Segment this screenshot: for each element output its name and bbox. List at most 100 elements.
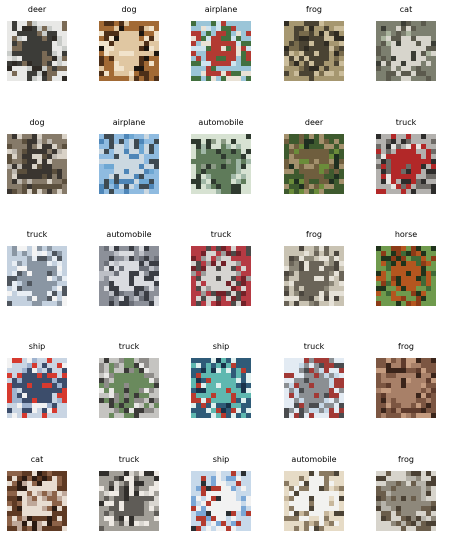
- thumbnail-pixel: [62, 286, 67, 291]
- thumbnail-pixel: [154, 26, 159, 31]
- thumbnail-pixel: [42, 296, 47, 301]
- thumbnail-pixel: [299, 189, 304, 194]
- thumbnail-pixel: [221, 398, 226, 403]
- thumbnail-pixel: [124, 408, 129, 413]
- thumbnail-pixel: [421, 403, 426, 408]
- thumbnail-pixel: [236, 296, 241, 301]
- thumbnail-pixel: [396, 51, 401, 56]
- thumbnail-pixel: [109, 164, 114, 169]
- thumbnail-pixel: [149, 144, 154, 149]
- thumbnail-pixel: [376, 516, 381, 521]
- thumbnail-pixel: [339, 76, 344, 81]
- thumbnail-pixel: [139, 393, 144, 398]
- thumbnail-pixel: [241, 286, 246, 291]
- thumbnail-pixel: [62, 408, 67, 413]
- thumbnail-pixel: [144, 266, 149, 271]
- thumbnail-pixel: [339, 393, 344, 398]
- thumbnail-pixel: [139, 31, 144, 36]
- thumbnail-pixel: [104, 521, 109, 526]
- thumbnail-pixel: [62, 271, 67, 276]
- thumbnail-pixel: [22, 378, 27, 383]
- thumbnail-pixel: [431, 506, 436, 511]
- thumbnail-pixel: [334, 251, 339, 256]
- thumbnail-pixel: [109, 46, 114, 51]
- thumbnail-pixel: [32, 408, 37, 413]
- thumbnail-pixel: [27, 169, 32, 174]
- thumbnail-pixel: [134, 281, 139, 286]
- thumbnail-pixel: [426, 61, 431, 66]
- thumbnail-pixel: [201, 36, 206, 41]
- thumbnail-pixel: [221, 21, 226, 26]
- thumbnail-pixel: [324, 403, 329, 408]
- thumbnail-pixel: [134, 486, 139, 491]
- thumbnail-pixel: [47, 526, 52, 531]
- thumbnail-pixel: [431, 358, 436, 363]
- thumbnail-pixel: [431, 481, 436, 486]
- image-label: cat: [30, 455, 44, 464]
- thumbnail-pixel: [42, 363, 47, 368]
- thumbnail-pixel: [339, 31, 344, 36]
- thumbnail-pixel: [104, 506, 109, 511]
- thumbnail-pixel: [226, 51, 231, 56]
- thumbnail-pixel: [294, 61, 299, 66]
- thumbnail-pixel: [411, 511, 416, 516]
- thumbnail-pixel: [62, 378, 67, 383]
- thumbnail-pixel: [7, 261, 12, 266]
- thumbnail-pixel: [144, 368, 149, 373]
- thumbnail-pixel: [304, 41, 309, 46]
- thumbnail-pixel: [334, 408, 339, 413]
- thumbnail-pixel: [42, 144, 47, 149]
- thumbnail-pixel: [324, 26, 329, 31]
- thumbnail-pixel: [7, 383, 12, 388]
- thumbnail-pixel: [426, 471, 431, 476]
- thumbnail-pixel: [426, 36, 431, 41]
- thumbnail-pixel: [201, 368, 206, 373]
- thumbnail-pixel: [236, 246, 241, 251]
- thumbnail-pixel: [431, 491, 436, 496]
- thumbnail-pixel: [309, 281, 314, 286]
- thumbnail-pixel: [134, 368, 139, 373]
- thumbnail-pixel: [216, 21, 221, 26]
- thumbnail-pixel: [289, 286, 294, 291]
- thumbnail-pixel: [149, 179, 154, 184]
- thumbnail-pixel: [294, 521, 299, 526]
- thumbnail-pixel: [37, 471, 42, 476]
- thumbnail-pixel: [396, 71, 401, 76]
- thumbnail-pixel: [416, 76, 421, 81]
- thumbnail-pixel: [284, 164, 289, 169]
- thumbnail-pixel: [304, 139, 309, 144]
- thumbnail-pixel: [104, 281, 109, 286]
- thumbnail-pixel: [386, 486, 391, 491]
- thumbnail-pixel: [134, 266, 139, 271]
- thumbnail-pixel: [391, 286, 396, 291]
- thumbnail-pixel: [134, 481, 139, 486]
- thumbnail-pixel: [376, 481, 381, 486]
- thumbnail-pixel: [104, 66, 109, 71]
- thumbnail-pixel: [231, 189, 236, 194]
- thumbnail-pixel: [129, 526, 134, 531]
- thumbnail-pixel: [334, 189, 339, 194]
- thumbnail-pixel: [391, 516, 396, 521]
- thumbnail-pixel: [52, 179, 57, 184]
- thumbnail-pixel: [139, 159, 144, 164]
- thumbnail-pixel: [416, 36, 421, 41]
- thumbnail-pixel: [329, 368, 334, 373]
- thumbnail-pixel: [421, 266, 426, 271]
- thumbnail-pixel: [294, 134, 299, 139]
- thumbnail-pixel: [324, 511, 329, 516]
- thumbnail-pixel: [294, 261, 299, 266]
- thumbnail-graphic: [99, 21, 159, 81]
- thumbnail-pixel: [431, 383, 436, 388]
- thumbnail-pixel: [52, 388, 57, 393]
- thumbnail-pixel: [211, 481, 216, 486]
- thumbnail-pixel: [221, 363, 226, 368]
- thumbnail-pixel: [22, 36, 27, 41]
- thumbnail-pixel: [196, 276, 201, 281]
- thumbnail-pixel: [391, 71, 396, 76]
- thumbnail-pixel: [431, 276, 436, 281]
- thumbnail-pixel: [411, 476, 416, 481]
- thumbnail-pixel: [109, 189, 114, 194]
- thumbnail-pixel: [226, 491, 231, 496]
- thumbnail-pixel: [201, 189, 206, 194]
- thumbnail-pixel: [139, 266, 144, 271]
